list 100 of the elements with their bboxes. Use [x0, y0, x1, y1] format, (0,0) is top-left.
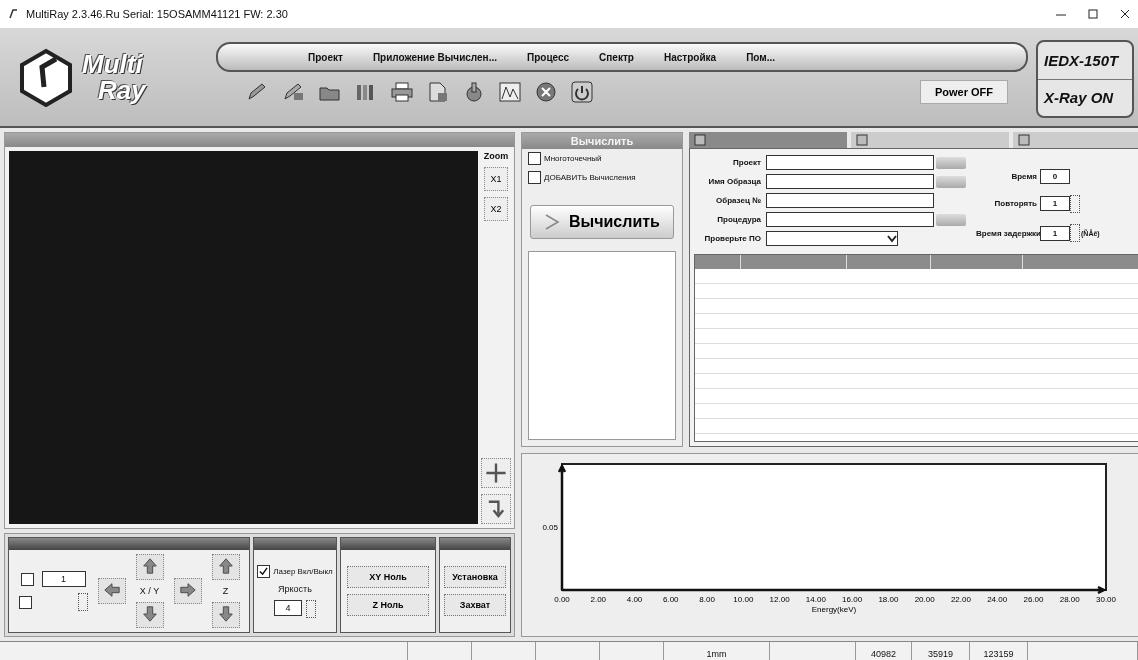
close-icon[interactable]	[1120, 9, 1130, 19]
play-icon	[543, 213, 561, 231]
arrow-up-button[interactable]	[135, 554, 164, 580]
axis-tick-label: 18.00	[878, 595, 899, 604]
axis-tick-label: 16.00	[842, 595, 863, 604]
arrow-icon	[178, 580, 197, 600]
axis-tick-label: 22.00	[950, 595, 971, 604]
axis-tick-label: 30.00	[1096, 595, 1116, 604]
checkbox[interactable]	[528, 171, 541, 184]
field-label: Проект	[732, 158, 762, 167]
arrow-down-button[interactable]	[211, 602, 240, 628]
field-label: Имя Образца	[707, 177, 762, 186]
text-field[interactable]	[766, 212, 934, 227]
checkbox-label: Лазер Вкл/Выкл	[273, 566, 333, 576]
checkbox[interactable]	[257, 564, 271, 578]
checkbox[interactable]	[20, 572, 34, 586]
spinner[interactable]	[77, 593, 88, 611]
arrow-left-button[interactable]	[97, 578, 126, 604]
spinner[interactable]	[1070, 195, 1080, 213]
menu-item[interactable]: Настройка	[663, 51, 717, 63]
status-cell: 123159	[970, 642, 1028, 660]
axis-tick-label: 24.00	[987, 595, 1008, 604]
close-icon[interactable]	[534, 81, 558, 103]
axis-tick-label: 28.00	[1059, 595, 1080, 604]
checkbox[interactable]	[18, 595, 32, 609]
menu-item[interactable]: Спектр	[599, 51, 634, 63]
tab-icon	[693, 133, 707, 147]
status-cell: 40982	[856, 642, 912, 660]
number-field[interactable]: 1	[1040, 196, 1070, 212]
field-label: Процедура	[716, 215, 762, 224]
arrow-right-button[interactable]	[173, 578, 202, 604]
arrow-up-button[interactable]	[211, 554, 240, 580]
arrow-down-button[interactable]	[135, 602, 164, 628]
brightness-label: Яркость	[278, 583, 312, 594]
zoom-label: Zoom	[483, 151, 509, 161]
brightness-field[interactable]: 4	[274, 599, 302, 616]
status-cell: 1mm	[664, 642, 770, 660]
menu-item[interactable]: Процесс	[527, 51, 570, 63]
menu-item[interactable]: Пом...	[746, 51, 776, 63]
axis-label: X / Y	[139, 586, 160, 596]
caret-icon	[887, 234, 897, 243]
chart-icon[interactable]	[498, 81, 522, 103]
zoom-button[interactable]: X1	[484, 167, 508, 191]
spinner[interactable]	[306, 599, 316, 618]
field-label: Проверьте ПО	[703, 234, 762, 243]
axis-tick-label: 20.00	[914, 595, 935, 604]
group-header	[440, 538, 510, 550]
setup-button[interactable]: Захват	[444, 594, 506, 616]
zero-button[interactable]: XY Ноль	[347, 566, 429, 588]
status-cell: 35919	[912, 642, 970, 660]
axis-tick-label: 4.00	[626, 595, 643, 604]
app-icon	[8, 8, 20, 20]
checkbox[interactable]	[528, 152, 541, 165]
axis-label: Z	[222, 586, 229, 596]
printer-icon[interactable]	[390, 81, 414, 103]
logo-text: Ray	[97, 77, 146, 103]
axis-tick-label: 8.00	[699, 595, 715, 604]
text-field[interactable]	[766, 174, 934, 189]
field-label: Образец №	[715, 196, 762, 205]
zero-button[interactable]: Z Ноль	[347, 594, 429, 616]
text-field[interactable]	[766, 193, 934, 208]
document-icon[interactable]	[426, 81, 450, 103]
calculate-button[interactable]: Вычислить	[530, 205, 674, 239]
spinner[interactable]	[1070, 224, 1080, 243]
axis-tick-label: 2.00	[590, 595, 607, 604]
device-model: IEDX-150T	[1044, 51, 1119, 69]
menu-item[interactable]: Проект	[308, 51, 343, 63]
power-button[interactable]: Power OFF	[919, 80, 1008, 104]
arrow-icon	[102, 580, 121, 600]
power-icon[interactable]	[570, 81, 594, 103]
zoom-button[interactable]: X2	[484, 197, 508, 221]
tab-icon	[855, 133, 869, 147]
axis-tick-label: 26.00	[1023, 595, 1044, 604]
pencil-icon[interactable]	[282, 81, 306, 103]
window-title: MultiRay 2.3.46.Ru Serial: 15OSAMM41121 FW: 2.30	[26, 8, 289, 20]
crosshair-icon[interactable]	[481, 458, 511, 488]
setup-button[interactable]: Установка	[444, 566, 506, 588]
axis-tick-label: 10.00	[733, 595, 754, 604]
axis-tick-label: 6.00	[663, 595, 679, 604]
dropdown[interactable]	[766, 231, 898, 246]
checkbox-label: ДОБАВИТЬ Вычисления	[544, 173, 636, 182]
axis-tick-label: 0.00	[554, 595, 570, 604]
xray-status: X-Ray ON	[1044, 89, 1114, 107]
maximize-icon[interactable]	[1088, 9, 1098, 19]
axis-title: Energy(keV)	[811, 605, 857, 614]
step-field[interactable]: 1	[41, 571, 86, 587]
logo-text: Multi	[82, 51, 144, 77]
panel-header: Вычислить	[522, 133, 682, 149]
axis-tick-label: 14.00	[805, 595, 826, 604]
text-field[interactable]	[766, 155, 934, 170]
field-label: Время	[1010, 171, 1038, 181]
axis-tick-label: 0.05	[542, 523, 558, 532]
field-label: Время задержки	[976, 228, 1040, 238]
tab-icon	[1017, 133, 1031, 147]
field-label: Повторять	[993, 199, 1038, 209]
axis-tick-label: 12.00	[769, 595, 790, 604]
checkbox-label: Многоточечный	[544, 154, 602, 163]
number-field[interactable]: 1	[1040, 225, 1070, 241]
number-field[interactable]: 0	[1040, 168, 1070, 184]
menu-item[interactable]: Приложение Вычислен...	[372, 51, 497, 63]
